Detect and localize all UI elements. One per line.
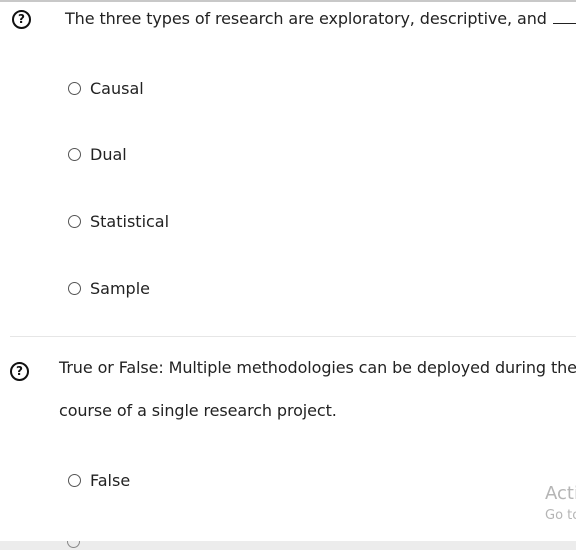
activation-watermark-title: Acti xyxy=(545,483,576,504)
answer-blank xyxy=(552,9,576,24)
question-2-text-line1: True or False: Multiple methodologies ca… xyxy=(59,358,576,377)
question-1-prompt: The three types of research are explorat… xyxy=(65,9,547,28)
radio-button[interactable] xyxy=(68,473,81,487)
radio-button[interactable] xyxy=(68,147,81,161)
option-label: Statistical xyxy=(90,211,170,231)
question-icon: ? xyxy=(12,10,31,29)
option-label: False xyxy=(90,470,131,490)
radio-button[interactable] xyxy=(68,214,81,228)
question-1-text: The three types of research are explorat… xyxy=(65,9,576,28)
question-divider xyxy=(10,336,576,337)
option-false[interactable]: False xyxy=(68,470,130,490)
option-sample[interactable]: Sample xyxy=(68,278,150,298)
radio-button-partial xyxy=(67,541,80,548)
option-label: Dual xyxy=(90,144,127,164)
option-label: Causal xyxy=(90,78,144,98)
question-icon: ? xyxy=(10,362,29,381)
radio-button[interactable] xyxy=(68,281,81,295)
option-causal[interactable]: Causal xyxy=(68,78,144,98)
option-label: Sample xyxy=(90,278,150,298)
horizontal-scrollbar[interactable] xyxy=(0,541,576,550)
question-2-text-line2: course of a single research project. xyxy=(59,401,337,420)
option-dual[interactable]: Dual xyxy=(68,144,127,164)
top-border xyxy=(0,0,576,2)
option-statistical[interactable]: Statistical xyxy=(68,211,169,231)
radio-button[interactable] xyxy=(68,81,81,95)
activation-watermark-subtitle: Go to xyxy=(545,508,576,523)
